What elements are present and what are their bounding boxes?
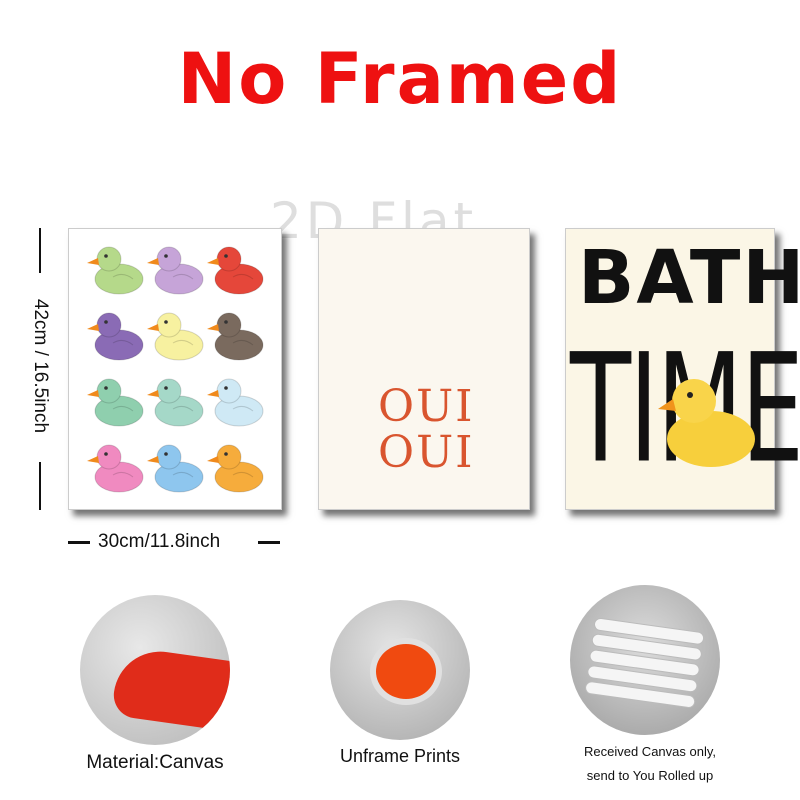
- rolled-print-photo: [330, 600, 470, 740]
- duck-icon: [207, 444, 264, 493]
- duck-icon: [87, 312, 144, 361]
- caption-material: Material:Canvas: [86, 752, 224, 773]
- duck-grid: [87, 246, 264, 493]
- print-ducks: [68, 228, 282, 510]
- caption-received-line-1: Received Canvas only,: [584, 744, 716, 759]
- width-label: 30cm/11.8inch: [98, 531, 221, 552]
- canvas-material-photo: [80, 595, 230, 745]
- duck-icon: [207, 378, 264, 427]
- width-dimension-line-right: [258, 541, 280, 544]
- duck-icon: [87, 246, 144, 295]
- red-canvas-back: [110, 645, 230, 735]
- print-bath-time: BATH TIME: [565, 228, 800, 510]
- duck-icon: [207, 246, 264, 295]
- rolled-canvases-photo: [570, 585, 720, 735]
- duck-icon: [207, 312, 264, 361]
- caption-received: Received Canvas only, send to You Rolled…: [560, 740, 740, 788]
- duck-icon: [87, 378, 144, 427]
- caption-unframe: Unframe Prints: [339, 746, 461, 766]
- oui-line-1: OUI: [378, 381, 475, 432]
- caption-received-line-2: send to You Rolled up: [586, 768, 714, 783]
- duck-icon: [147, 444, 204, 493]
- duck-icon: [147, 312, 204, 361]
- oui-oui-text: OUI OUI: [378, 384, 475, 476]
- bath-text: BATH: [578, 235, 800, 321]
- rolled-canvas-end: [370, 638, 442, 705]
- oui-line-2: OUI: [378, 427, 475, 478]
- duck-icon: [147, 378, 204, 427]
- duck-icon: [147, 246, 204, 295]
- height-label: 42cm / 16.5inch: [30, 298, 51, 434]
- page-title: No Framed: [177, 38, 623, 120]
- width-dimension-line-left: [68, 541, 90, 544]
- duck-icon: [87, 444, 144, 493]
- yellow-duck-icon: [658, 379, 755, 467]
- rolled-tubes: [585, 617, 705, 708]
